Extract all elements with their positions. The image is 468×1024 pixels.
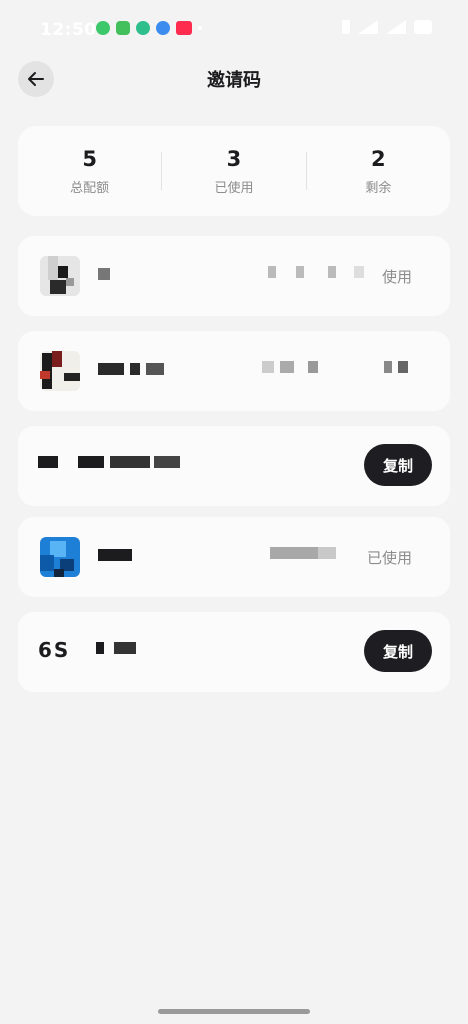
quota-summary-card: 5 总配额 3 已使用 2 剩余 [18, 126, 450, 216]
copy-button[interactable]: 复制 [364, 630, 432, 672]
stat-remaining-label: 剩余 [365, 180, 392, 196]
invite-code-card: 使用 [18, 236, 450, 316]
code-status: 已使用 [366, 549, 412, 567]
news-app-icon [176, 21, 192, 35]
stat-remaining: 2 剩余 [307, 147, 450, 196]
copy-button[interactable]: 复制 [364, 444, 432, 486]
stat-total: 5 总配额 [18, 147, 161, 196]
stat-used-label: 已使用 [214, 180, 254, 196]
page-title: 邀请码 [207, 70, 261, 91]
stat-remaining-value: 2 [371, 146, 386, 171]
stat-used: 3 已使用 [162, 147, 305, 196]
battery-icon [414, 20, 432, 34]
bluetooth-icon [342, 20, 350, 34]
stat-total-value: 5 [82, 146, 97, 171]
signal-icon [358, 20, 378, 34]
system-icons [342, 20, 432, 34]
code-status: 使用 [381, 268, 412, 286]
notification-icons [96, 21, 202, 35]
status-bar: 12:50 [0, 0, 468, 58]
invite-code-card: 已使用 [18, 517, 450, 597]
home-indicator [158, 1009, 310, 1014]
more-notifications-icon [198, 26, 202, 30]
invite-code-text: 6S [38, 638, 71, 662]
browser-icon [156, 21, 170, 35]
status-time: 12:50 [40, 20, 97, 40]
leaf-app-icon [136, 21, 150, 35]
avatar [40, 537, 80, 577]
signal-icon [386, 20, 406, 34]
stat-total-label: 总配额 [70, 180, 110, 196]
avatar [40, 256, 80, 296]
wechat-icon [96, 21, 110, 35]
app-grid-icon [116, 21, 130, 35]
invite-code-card: 6S 复制 [18, 612, 450, 692]
invite-code-card: 复制 [18, 426, 450, 506]
stat-used-value: 3 [226, 146, 242, 171]
invite-code-card [18, 331, 450, 411]
avatar [40, 351, 80, 391]
